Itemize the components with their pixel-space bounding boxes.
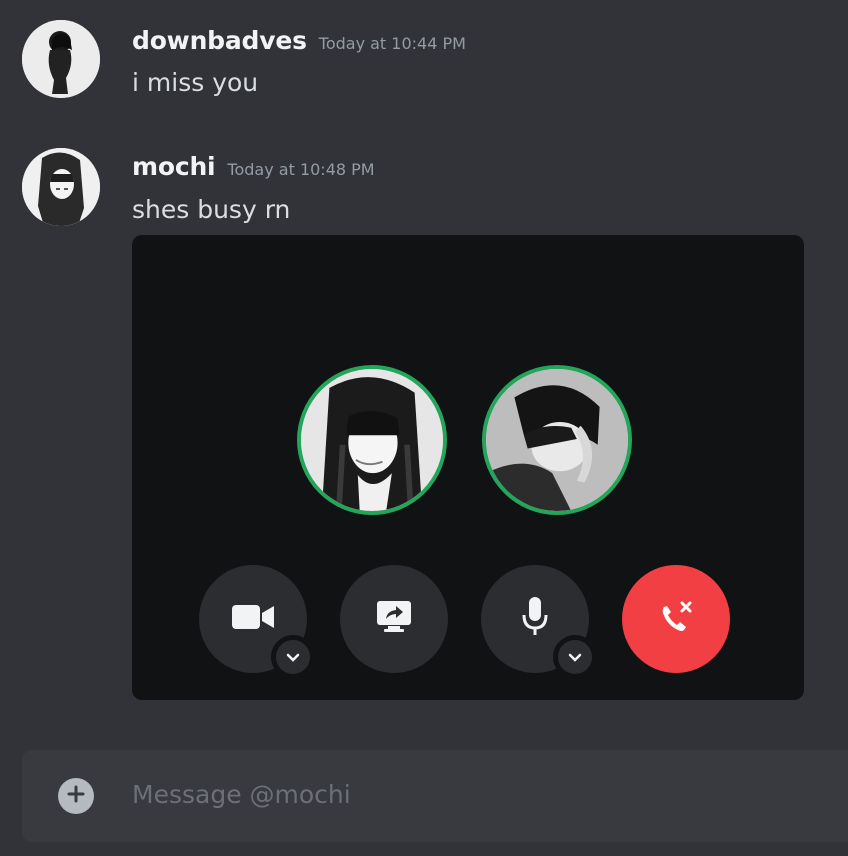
avatar[interactable] — [22, 20, 100, 98]
participant-avatar-girl[interactable] — [297, 365, 447, 515]
end-call-button[interactable] — [622, 565, 730, 673]
microphone-icon — [521, 597, 549, 641]
voice-call-panel — [132, 235, 804, 700]
camera-options-button[interactable] — [271, 635, 315, 679]
timestamp: Today at 10:48 PM — [227, 160, 375, 179]
username[interactable]: downbadves — [132, 26, 307, 55]
message-text: i miss you — [132, 68, 259, 97]
chevron-down-icon — [286, 648, 300, 667]
add-attachment-button[interactable] — [58, 778, 94, 814]
avatar[interactable] — [22, 148, 100, 226]
phone-hangup-icon — [656, 597, 696, 641]
microphone-button[interactable] — [481, 565, 597, 679]
camera-button[interactable] — [199, 565, 315, 679]
message-input-placeholder[interactable]: Message @mochi — [132, 780, 351, 809]
chevron-down-icon — [568, 648, 582, 667]
screen-share-icon — [377, 601, 411, 637]
message-composer[interactable]: Message @mochi — [22, 750, 848, 842]
microphone-options-button[interactable] — [553, 635, 597, 679]
message-header: mochi Today at 10:48 PM — [132, 152, 375, 181]
message-header: downbadves Today at 10:44 PM — [132, 26, 466, 55]
screen-share-button[interactable] — [340, 565, 448, 673]
participant-avatar-boy[interactable] — [482, 365, 632, 515]
video-camera-icon — [232, 602, 274, 636]
timestamp: Today at 10:44 PM — [318, 34, 466, 53]
username[interactable]: mochi — [132, 152, 216, 181]
message-text: shes busy rn — [132, 195, 291, 224]
plus-icon — [67, 785, 85, 807]
